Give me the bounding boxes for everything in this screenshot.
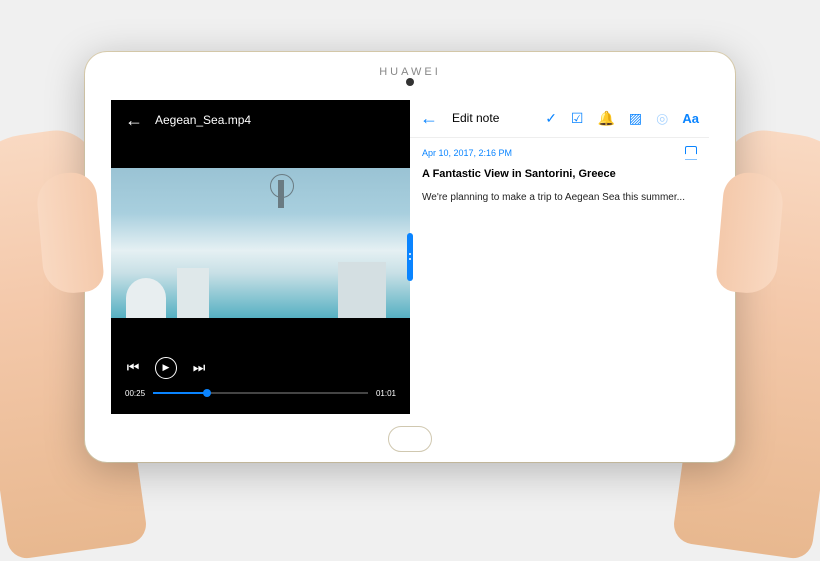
camera-icon[interactable]: ◎ <box>656 110 668 127</box>
text-style-button[interactable]: Aa <box>682 111 699 126</box>
image-icon[interactable]: ▨ <box>629 110 642 127</box>
note-editor-pane: ← Edit note ✓ ☑ 🔔 ▨ ◎ Aa Apr 10, 2017, 2… <box>410 100 709 414</box>
video-controls: ⏮ ▶ ⏭ 00:25 01:01 <box>111 345 410 414</box>
note-body[interactable]: A Fantastic View in Santorini, Greece We… <box>410 164 709 209</box>
note-header: ← Edit note ✓ ☑ 🔔 ▨ ◎ Aa <box>410 100 709 138</box>
note-heading: A Fantastic View in Santorini, Greece <box>422 168 697 180</box>
device-brand: HUAWEI <box>379 66 441 78</box>
note-meta-row: Apr 10, 2017, 2:16 PM <box>410 138 709 164</box>
current-time: 00:25 <box>125 389 145 398</box>
seek-bar[interactable] <box>153 392 368 394</box>
reminder-bell-icon[interactable]: 🔔 <box>597 110 614 127</box>
video-header: ← Aegean_Sea.mp4 <box>111 100 410 141</box>
note-back-arrow-icon[interactable]: ← <box>420 108 438 129</box>
video-frame-image <box>111 168 410 318</box>
note-text: We're planning to make a trip to Aegean … <box>422 190 697 205</box>
screen: ← Aegean_Sea.mp4 ⏮ ▶ ⏭ <box>111 100 709 414</box>
bookmark-icon[interactable] <box>685 146 697 160</box>
seek-handle[interactable] <box>203 389 211 397</box>
note-timestamp: Apr 10, 2017, 2:16 PM <box>422 148 512 158</box>
tablet-device: HUAWEI ← Aegean_Sea.mp4 <box>85 52 735 462</box>
front-camera <box>406 78 414 86</box>
back-arrow-icon[interactable]: ← <box>125 110 143 131</box>
note-header-title: Edit note <box>452 111 499 125</box>
prev-track-icon[interactable]: ⏮ <box>125 359 141 376</box>
scene: HUAWEI ← Aegean_Sea.mp4 <box>0 0 820 513</box>
play-button[interactable]: ▶ <box>155 357 177 379</box>
video-viewport[interactable] <box>111 141 410 345</box>
split-drag-handle[interactable] <box>407 233 413 281</box>
home-button[interactable] <box>388 426 432 452</box>
duration: 01:01 <box>376 389 396 398</box>
checklist-icon[interactable]: ☑ <box>571 110 584 127</box>
thumb-left <box>35 171 105 296</box>
video-player-pane: ← Aegean_Sea.mp4 ⏮ ▶ ⏭ <box>111 100 410 414</box>
next-track-icon[interactable]: ⏭ <box>191 359 207 376</box>
video-filename: Aegean_Sea.mp4 <box>155 113 251 127</box>
check-icon[interactable]: ✓ <box>545 110 557 127</box>
